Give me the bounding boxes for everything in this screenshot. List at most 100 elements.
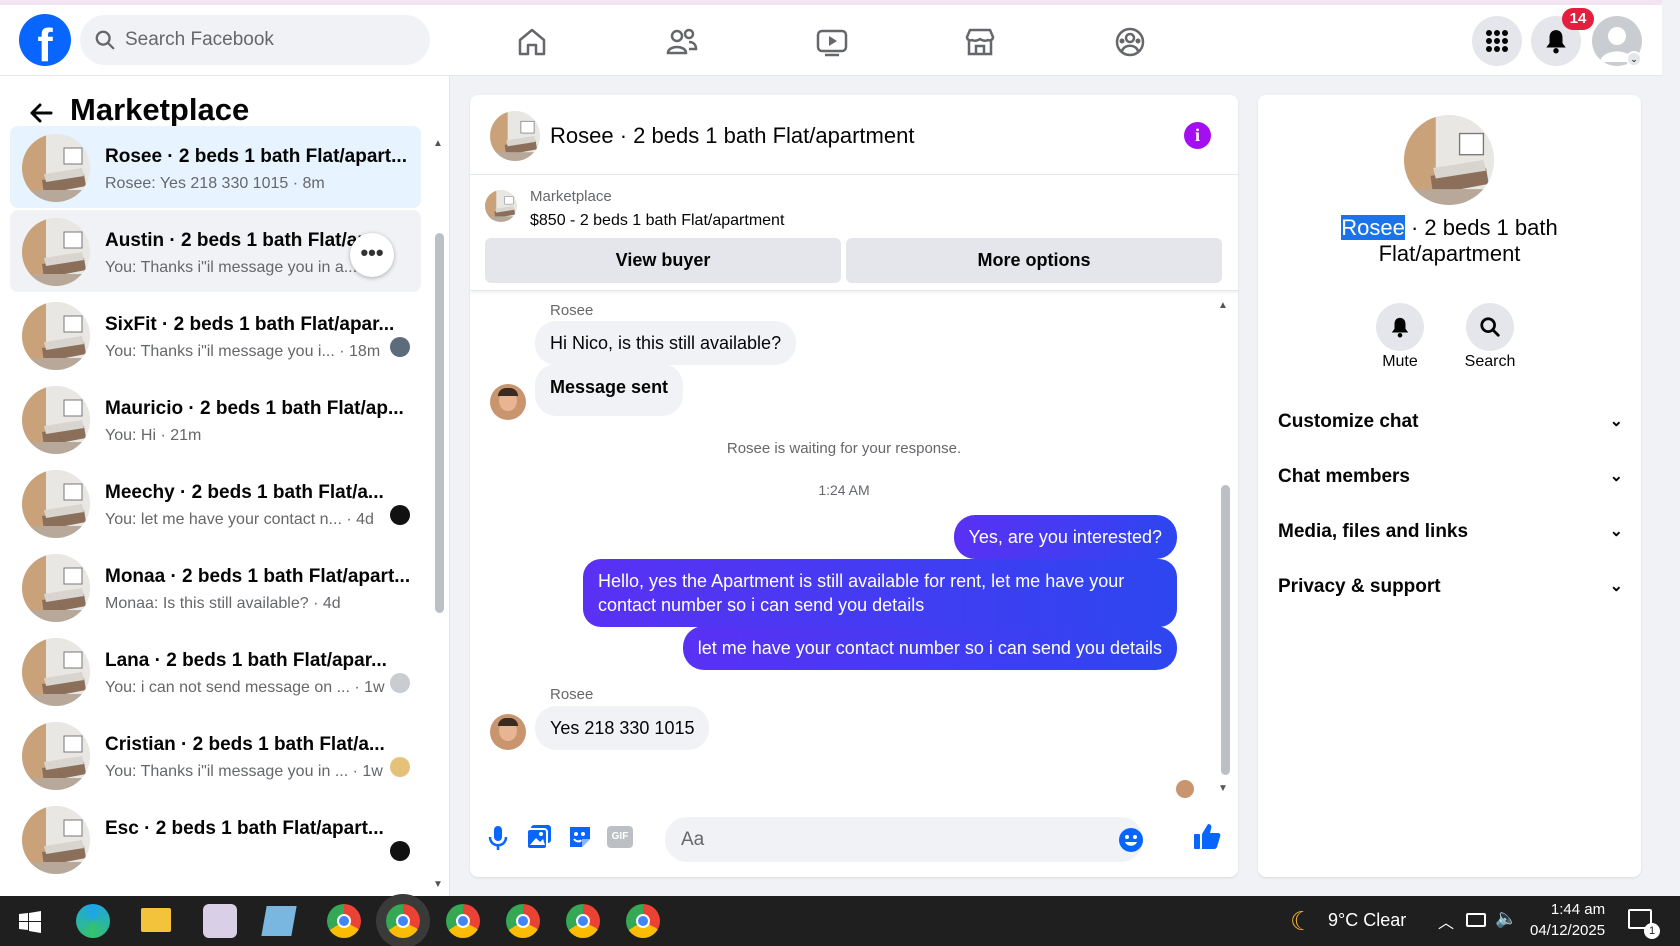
chat-title[interactable]: Rosee · 2 beds 1 bath Flat/apartment [550,123,914,149]
more-options-icon[interactable]: ••• [350,233,394,277]
scroll-down-arrow[interactable]: ▼ [433,879,443,890]
chrome-window-icon[interactable] [446,904,480,938]
clock-time[interactable]: 1:44 am [1543,901,1613,918]
listing-photo[interactable] [1404,115,1494,205]
message-sent-card[interactable]: Message sent [535,364,684,416]
details-title-line2: Flat/apartment [1378,241,1521,266]
microphone-icon[interactable] [486,824,510,852]
notification-count-badge: 14 [1562,8,1594,30]
conversation-title: Lana · 2 beds 1 bath Flat/apar... [105,650,387,671]
message-input[interactable]: Aa [665,817,1143,862]
hidden-icons-chevron[interactable]: ︿ [1438,909,1454,933]
outgoing-message[interactable]: Yes, are you interested? [953,515,1177,559]
emoji-icon[interactable] [1118,827,1144,853]
conversation-item[interactable]: Meechy · 2 beds 1 bath Flat/a... You: let… [10,462,421,544]
chevron-down-icon: ⌄ [1609,523,1623,540]
conversation-item[interactable]: SixFit · 2 beds 1 bath Flat/apar... You: … [10,294,421,376]
moon-weather-icon[interactable]: ☾ [1290,906,1313,937]
app-icon[interactable] [203,904,237,938]
chrome-window-icon[interactable] [626,904,660,938]
network-icon[interactable] [1466,913,1486,927]
mute-button[interactable] [1376,303,1424,351]
groups-icon[interactable] [1113,25,1147,59]
menu-grid-button[interactable] [1472,16,1522,66]
back-arrow-icon[interactable] [27,99,55,127]
sender-avatar[interactable] [490,384,526,420]
home-icon[interactable] [515,25,549,59]
message-input-placeholder: Aa [681,829,705,850]
incoming-message[interactable]: Hi Nico, is this still available? [535,321,797,365]
scroll-down-arrow[interactable]: ▼ [1218,783,1228,794]
file-explorer-icon[interactable] [141,908,171,932]
selected-text: Rosee [1341,215,1405,240]
friends-icon[interactable] [665,25,699,59]
chrome-window-icon[interactable] [566,904,600,938]
customize-chat-section[interactable]: Customize chat ⌄ [1278,402,1623,442]
conversation-snippet: Rosee: Yes 218 330 1015 · 8m [105,175,325,192]
marketplace-icon[interactable] [963,25,997,59]
view-buyer-button[interactable]: View buyer [485,238,841,283]
listing-thumbnail [22,638,90,706]
details-title: Rosee · 2 beds 1 bath Flat/apartment [1258,215,1641,267]
search-in-chat-button[interactable] [1466,303,1514,351]
video-icon[interactable] [815,25,849,59]
listing-price-title[interactable]: $850 - 2 beds 1 bath Flat/apartment [530,212,784,230]
conversation-item[interactable]: Lana · 2 beds 1 bath Flat/apar... You: i … [10,630,421,712]
details-title-part: · 2 beds 1 bath [1404,215,1558,240]
conversation-snippet: You: let me have your contact n... · 4d [105,511,374,528]
chrome-window-icon[interactable] [386,904,420,938]
like-thumb-icon[interactable] [1192,821,1222,851]
gif-icon[interactable]: GIF [607,826,633,848]
app-icon[interactable] [261,906,297,936]
read-receipt-avatar [390,505,410,525]
conversation-item[interactable]: Mauricio · 2 beds 1 bath Flat/ap... You: … [10,378,421,460]
scroll-up-arrow[interactable]: ▲ [1218,300,1228,311]
media-files-links-section[interactable]: Media, files and links ⌄ [1278,512,1623,552]
weather-text[interactable]: 9°C Clear [1328,910,1406,931]
scroll-up-arrow[interactable]: ▲ [433,138,443,149]
chrome-window-icon[interactable] [506,904,540,938]
search-icon [95,30,115,50]
facebook-logo[interactable]: f [19,14,71,66]
bell-icon [1391,317,1409,338]
listing-thumbnail[interactable] [485,190,517,222]
privacy-support-section[interactable]: Privacy & support ⌄ [1278,567,1623,607]
incoming-message[interactable]: Yes 218 330 1015 [535,706,710,750]
section-label: Chat members [1278,466,1410,487]
conversation-title: Monaa · 2 beds 1 bath Flat/apart... [105,566,411,587]
seen-receipt-avatar [1176,780,1194,798]
more-options-button[interactable]: More options [846,238,1222,283]
conversation-item[interactable]: Esc · 2 beds 1 bath Flat/apart... [10,798,421,880]
conversation-item[interactable]: Rosee · 2 beds 1 bath Flat/apart... Rosee… [10,126,421,208]
page-scrollbar[interactable] [1662,76,1680,896]
read-receipt-avatar [390,841,410,861]
info-icon[interactable]: i [1184,122,1211,149]
section-label: Media, files and links [1278,521,1469,542]
waiting-notice: Rosee is waiting for your response. [726,440,962,457]
volume-icon[interactable]: 🔈 [1495,908,1517,929]
edge-browser-icon[interactable] [76,904,110,938]
conversation-item[interactable]: Austin · 2 beds 1 bath Flat/ap... You: Th… [10,210,421,292]
listing-thumbnail [22,806,90,874]
message-scrollbar[interactable] [1221,485,1230,775]
outgoing-message[interactable]: let me have your contact number so i can… [682,626,1177,670]
conversation-item[interactable]: Monaa · 2 beds 1 bath Flat/apart... Monaa… [10,546,421,628]
chevron-down-icon: ⌄ [1609,578,1623,595]
grid-icon [1486,30,1508,52]
search-input[interactable]: Search Facebook [80,15,430,65]
sender-name: Rosee [550,302,594,319]
read-receipt-avatar [390,337,410,357]
message-line: contact number so i can send you details [598,595,925,615]
account-chevron-icon[interactable]: ⌄ [1626,51,1642,67]
outgoing-message[interactable]: Hello, yes the Apartment is still availa… [583,559,1177,627]
conversation-list-scrollbar[interactable] [435,233,444,613]
sticker-icon[interactable] [567,824,593,850]
photo-icon[interactable] [526,824,552,850]
conversation-item[interactable]: Cristian · 2 beds 1 bath Flat/a... You: T… [10,714,421,796]
windows-start-icon[interactable] [19,911,41,933]
chat-members-section[interactable]: Chat members ⌄ [1278,457,1623,497]
sender-avatar[interactable] [490,714,526,750]
chrome-window-icon[interactable] [327,904,361,938]
clock-date[interactable]: 04/12/2025 [1530,922,1605,939]
chat-thumbnail[interactable] [490,111,540,161]
